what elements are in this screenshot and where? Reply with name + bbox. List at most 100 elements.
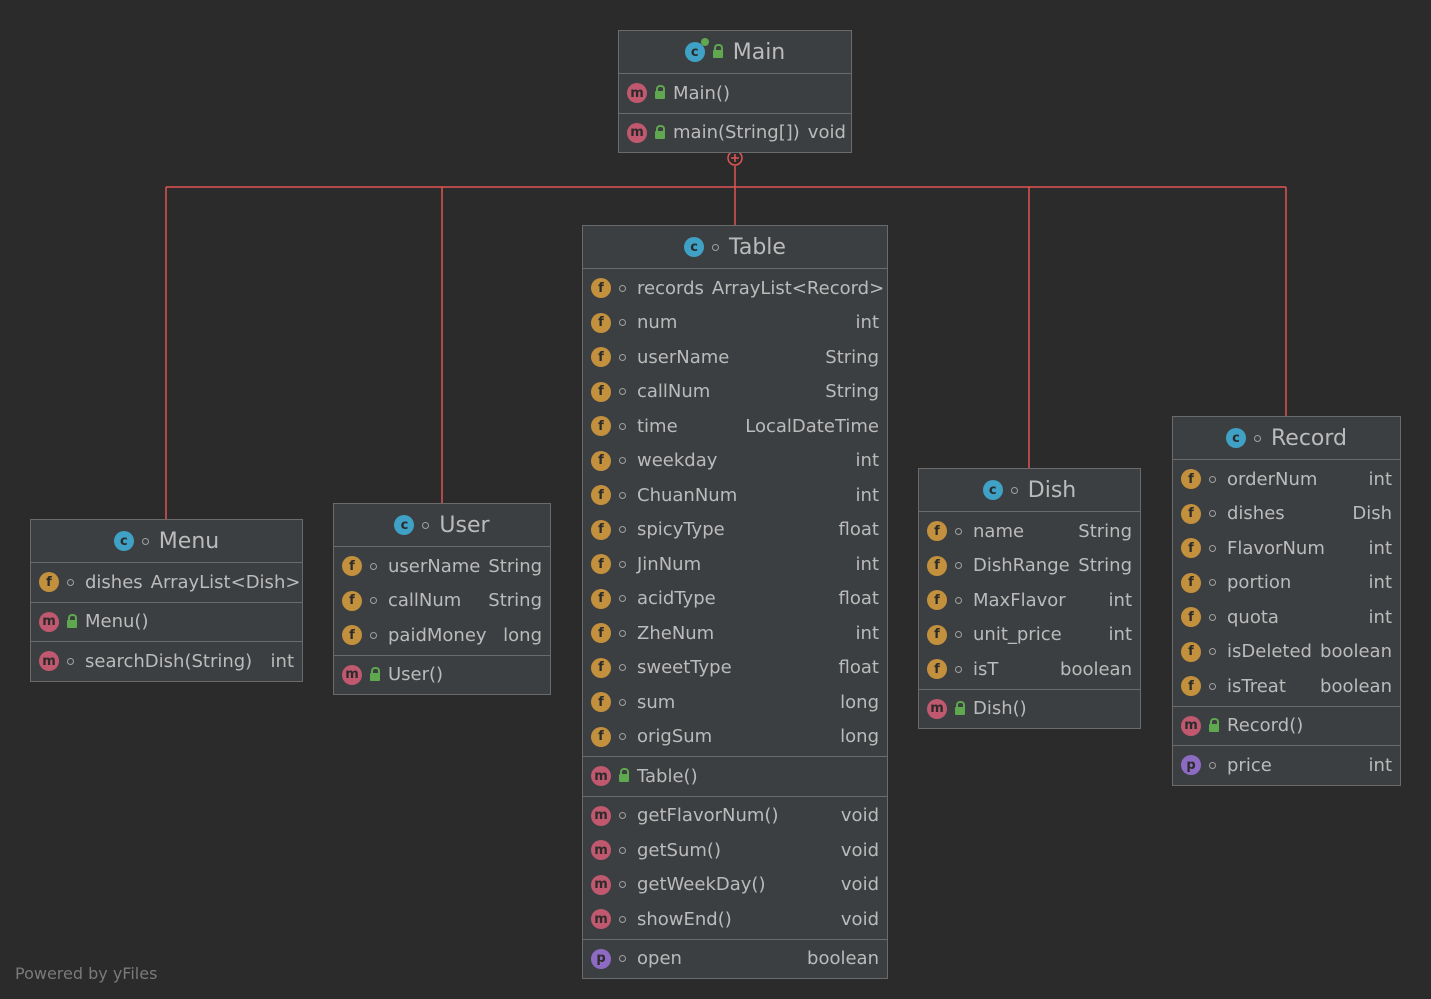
property-icon: p: [591, 948, 611, 969]
member-row[interactable]: f records ArrayList<Record>: [583, 271, 887, 306]
member-row[interactable]: m getSum() void: [583, 833, 887, 868]
member-row[interactable]: f callNum String: [334, 584, 550, 619]
member-row[interactable]: m Table(): [583, 759, 887, 794]
package-visibility-icon: [619, 526, 626, 534]
member-row[interactable]: f DishRange String: [919, 549, 1140, 584]
member-icons: m: [591, 805, 637, 826]
method-icon: m: [591, 766, 611, 787]
member-icons: p: [591, 948, 637, 969]
member-row[interactable]: f name String: [919, 514, 1140, 549]
member-name: open: [637, 948, 682, 970]
member-row[interactable]: m getFlavorNum() void: [583, 799, 887, 834]
field-icon: f: [927, 659, 947, 680]
class-user[interactable]: c User f userName String f callNum String f paidM…: [333, 503, 551, 695]
class-name: User: [439, 512, 490, 538]
method-icon: m: [39, 651, 59, 672]
class-name: Menu: [158, 528, 220, 554]
package-visibility-icon: [1010, 486, 1018, 494]
member-row[interactable]: m main(String[]) void: [619, 116, 851, 151]
member-row[interactable]: f userName String: [583, 340, 887, 375]
member-row[interactable]: f weekday int: [583, 444, 887, 479]
member-row[interactable]: f MaxFlavor int: [919, 583, 1140, 618]
member-row[interactable]: f num int: [583, 306, 887, 341]
member-row[interactable]: f quota int: [1173, 600, 1400, 635]
member-row[interactable]: p open boolean: [583, 942, 887, 977]
method-icon: m: [1181, 715, 1201, 736]
member-row[interactable]: f sum long: [583, 685, 887, 720]
field-icon: f: [1181, 607, 1201, 628]
member-name: origSum: [637, 726, 713, 748]
member-row[interactable]: f time LocalDateTime: [583, 409, 887, 444]
member-name: userName: [637, 346, 730, 368]
member-type: boolean: [807, 948, 879, 970]
member-row[interactable]: f isDeleted boolean: [1173, 635, 1400, 670]
member-row[interactable]: f ZheNum int: [583, 616, 887, 651]
field-icon: f: [591, 450, 611, 471]
package-visibility-icon: [955, 631, 962, 639]
member-row[interactable]: m getWeekDay() void: [583, 868, 887, 903]
member-row[interactable]: m searchDish(String) int: [31, 644, 302, 679]
member-row[interactable]: f ChuanNum int: [583, 478, 887, 513]
member-row[interactable]: m Menu(): [31, 605, 302, 640]
class-table[interactable]: c Table f records ArrayList<Record> f num int f u…: [582, 225, 888, 979]
member-row[interactable]: f callNum String: [583, 375, 887, 410]
class-main[interactable]: c Main m Main() m main(String[]) void: [618, 30, 852, 153]
package-visibility-icon: [370, 631, 377, 639]
member-row[interactable]: m User(): [334, 658, 550, 693]
class-menu[interactable]: c Menu f dishes ArrayList<Dish> m Menu() m searc…: [30, 519, 303, 682]
package-visibility-icon: [1209, 761, 1216, 769]
member-icons: f: [1181, 676, 1227, 697]
member-row[interactable]: f dishes ArrayList<Dish>: [31, 565, 302, 600]
class-dish[interactable]: c Dish f name String f DishRange String f MaxFlav…: [918, 468, 1141, 729]
package-visibility-icon: [67, 657, 74, 665]
member-row[interactable]: f isTreat boolean: [1173, 669, 1400, 704]
member-section: f name String f DishRange String f MaxFlavor int…: [919, 512, 1140, 690]
member-type: void: [840, 874, 879, 896]
field-icon: f: [591, 588, 611, 609]
member-row[interactable]: f userName String: [334, 549, 550, 584]
package-visibility-icon: [422, 521, 430, 529]
member-name: Main(): [673, 82, 731, 104]
member-icons: f: [591, 347, 637, 368]
member-row[interactable]: f origSum long: [583, 720, 887, 755]
member-type: Dish: [1352, 503, 1392, 525]
member-name: isT: [973, 658, 999, 680]
member-row[interactable]: f paidMoney long: [334, 618, 550, 653]
member-type: boolean: [1320, 641, 1392, 663]
package-visibility-icon: [619, 491, 626, 499]
member-type: void: [807, 122, 846, 144]
member-row[interactable]: m Dish(): [919, 692, 1140, 727]
member-name: showEnd(): [637, 908, 732, 930]
field-icon: f: [591, 692, 611, 713]
member-row[interactable]: f isT boolean: [919, 652, 1140, 687]
member-row[interactable]: f FlavorNum int: [1173, 531, 1400, 566]
member-row[interactable]: m Main(): [619, 76, 851, 111]
member-name: quota: [1227, 606, 1279, 628]
member-row[interactable]: f unit_price int: [919, 618, 1140, 653]
member-name: portion: [1227, 572, 1292, 594]
member-row[interactable]: m Record(): [1173, 709, 1400, 744]
package-visibility-icon: [619, 881, 626, 889]
member-row[interactable]: f acidType float: [583, 582, 887, 617]
member-row[interactable]: f JinNum int: [583, 547, 887, 582]
member-row[interactable]: f portion int: [1173, 566, 1400, 601]
member-icons: m: [627, 122, 673, 143]
member-icons: m: [39, 651, 85, 672]
field-icon: f: [1181, 572, 1201, 593]
member-type: String: [488, 590, 542, 612]
member-row[interactable]: p price int: [1173, 748, 1400, 783]
class-name: Record: [1270, 425, 1347, 451]
member-name: Table(): [637, 765, 698, 787]
member-row[interactable]: f sweetType float: [583, 651, 887, 686]
member-row[interactable]: f orderNum int: [1173, 462, 1400, 497]
member-row[interactable]: m showEnd() void: [583, 902, 887, 937]
member-section: m main(String[]) void: [619, 114, 851, 153]
member-icons: f: [927, 624, 973, 645]
member-name: price: [1227, 754, 1272, 776]
member-row[interactable]: f dishes Dish: [1173, 497, 1400, 532]
package-visibility-icon: [712, 243, 720, 251]
member-row[interactable]: f spicyType float: [583, 513, 887, 548]
class-record[interactable]: c Record f orderNum int f dishes Dish f FlavorNum…: [1172, 416, 1401, 786]
package-visibility-icon: [955, 665, 962, 673]
member-type: int: [1108, 589, 1132, 611]
